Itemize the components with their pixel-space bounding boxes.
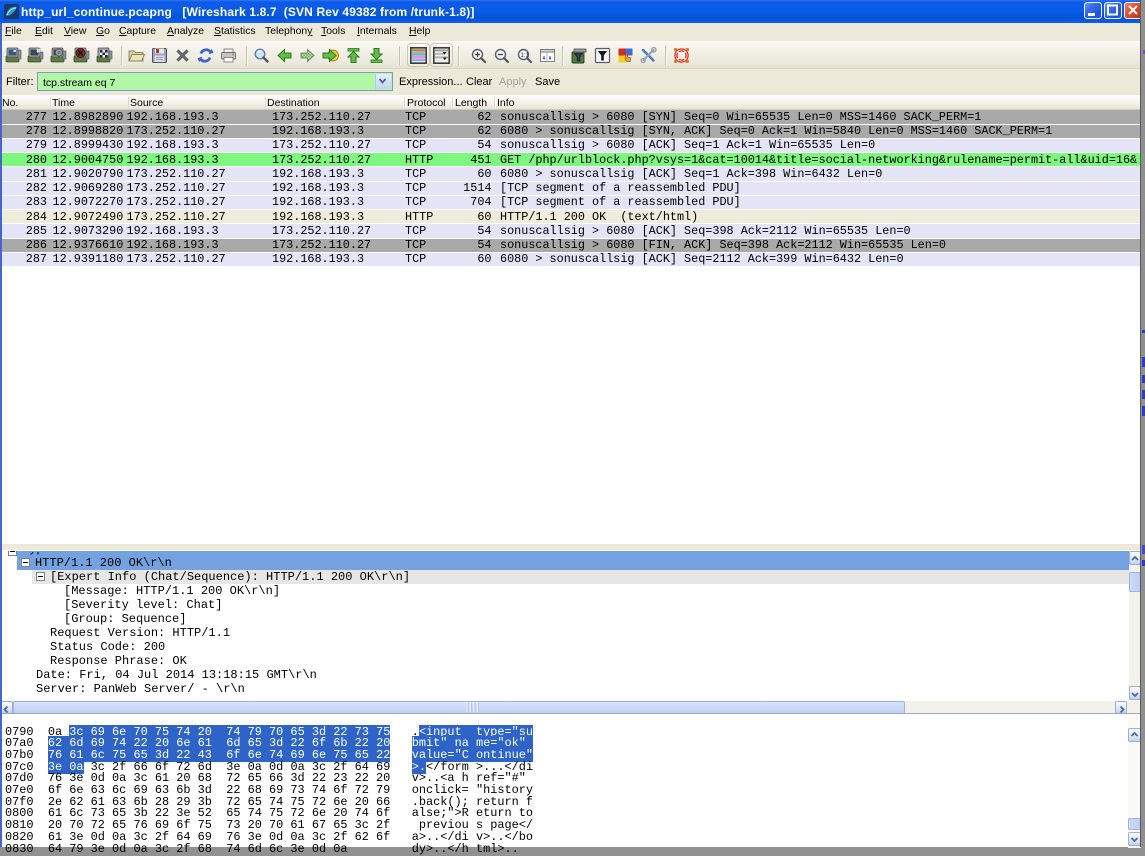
svg-text:1:1: 1:1 xyxy=(521,53,530,59)
